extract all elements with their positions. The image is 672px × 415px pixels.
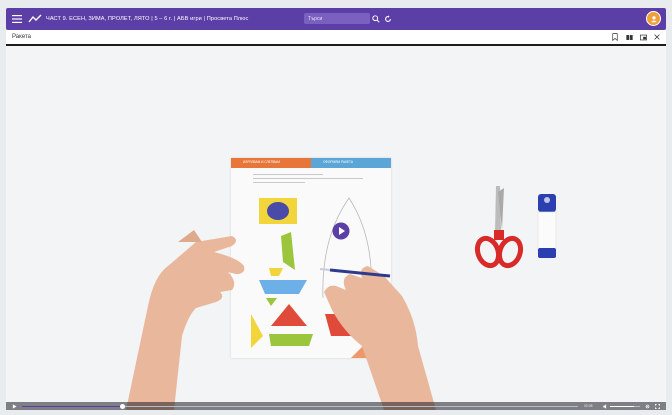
logo-icon[interactable]	[28, 14, 42, 24]
video-controls: 00:08	[6, 402, 666, 410]
time-display: 00:08	[584, 403, 593, 408]
lesson-title: Ракета	[12, 34, 31, 40]
progress-handle[interactable]	[119, 403, 125, 409]
course-title: ЧАСТ 9. ЕСЕН, ЗИМА, ПРОЛЕТ, ЛЯТО | 5 – 6…	[46, 16, 249, 22]
play-overlay-icon[interactable]	[332, 222, 350, 240]
top-navigation-bar: ЧАСТ 9. ЕСЕН, ЗИМА, ПРОЛЕТ, ЛЯТО | 5 – 6…	[6, 8, 666, 30]
app-window: ЧАСТ 9. ЕСЕН, ЗИМА, ПРОЛЕТ, ЛЯТО | 5 – 6…	[0, 0, 672, 415]
search-input[interactable]	[304, 13, 370, 24]
refresh-icon[interactable]	[382, 13, 393, 24]
menu-icon[interactable]	[8, 8, 26, 30]
glue-stick-object	[537, 194, 557, 258]
volume-fill	[610, 405, 634, 407]
volume-icon[interactable]	[602, 403, 608, 409]
play-icon[interactable]	[10, 402, 18, 410]
book-icon[interactable]	[624, 32, 634, 42]
settings-icon[interactable]	[644, 403, 650, 409]
search-icon[interactable]	[370, 13, 381, 24]
fullscreen-icon[interactable]	[654, 403, 660, 409]
lesson-header: Ракета	[6, 30, 666, 44]
progress-fill	[22, 405, 123, 407]
scissors-object	[474, 186, 524, 269]
bookmark-icon[interactable]	[610, 32, 620, 42]
user-avatar-icon[interactable]	[646, 11, 661, 26]
window-icon[interactable]	[638, 32, 648, 42]
video-player[interactable]: ИЗРЯЗВАМ И СЛЕПВАМ ОФОРМЯМ РАКЕТА 00:08	[6, 46, 666, 410]
close-icon[interactable]	[652, 32, 662, 42]
